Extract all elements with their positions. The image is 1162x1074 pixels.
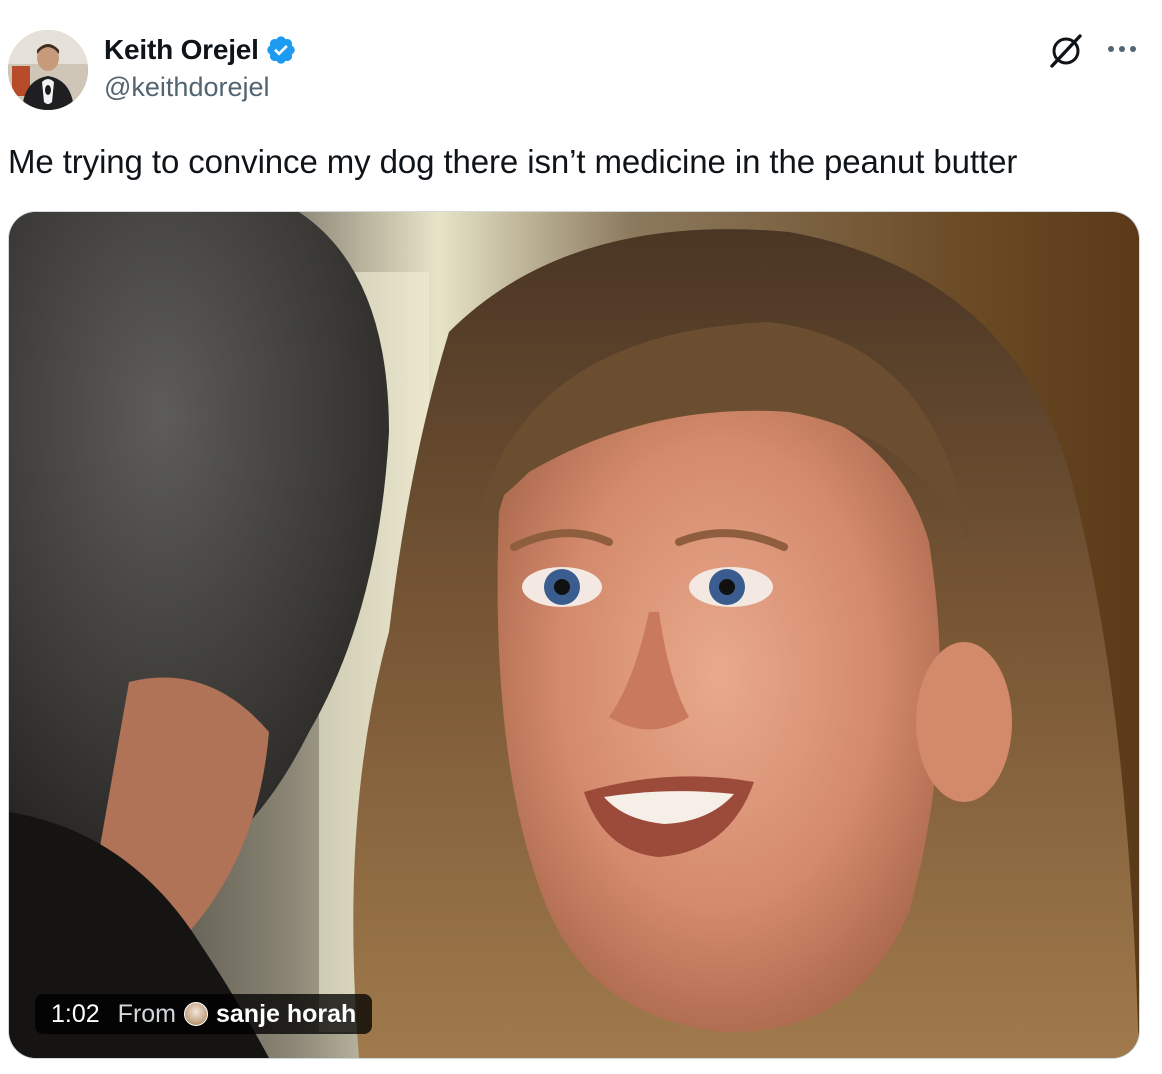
video-player[interactable]: 1:02 From sanje horah	[8, 211, 1140, 1059]
author-display-name[interactable]: Keith Orejel	[104, 34, 259, 66]
name-row: Keith Orejel	[104, 32, 297, 68]
verified-badge-icon[interactable]	[265, 34, 297, 66]
tweet: Keith Orejel @keithdorejel Me trying to …	[0, 0, 1162, 1074]
video-frame	[9, 212, 1139, 1058]
video-from-label: From	[117, 999, 176, 1028]
video-source-name[interactable]: sanje horah	[216, 1000, 356, 1029]
author-handle[interactable]: @keithdorejel	[104, 72, 297, 103]
source-avatar-icon[interactable]	[184, 1002, 208, 1026]
author-info: Keith Orejel @keithdorejel	[104, 32, 297, 103]
grok-icon[interactable]	[1046, 30, 1086, 70]
video-info-pill: 1:02 From sanje horah	[35, 994, 373, 1034]
video-duration: 1:02	[51, 999, 100, 1028]
author-avatar[interactable]	[8, 30, 88, 110]
tweet-text: Me trying to convince my dog there isn’t…	[8, 143, 1018, 180]
more-options-icon[interactable]	[1104, 34, 1140, 64]
user-avatar-icon	[8, 30, 88, 110]
